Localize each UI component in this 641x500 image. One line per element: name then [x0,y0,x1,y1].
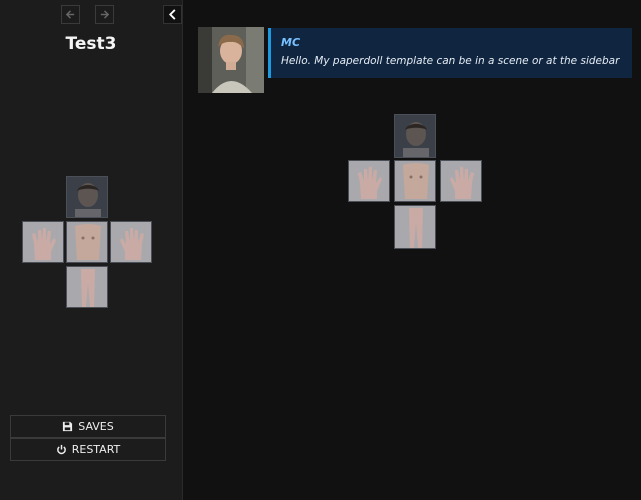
paperdoll-head-slot[interactable] [66,176,108,218]
paperdoll-legs-slot[interactable] [66,266,108,308]
dialogue-block: MC Hello. My paperdoll template can be i… [198,27,632,93]
saves-label: SAVES [78,420,114,433]
restart-button[interactable]: RESTART [10,438,166,461]
saves-button[interactable]: SAVES [10,415,166,438]
message-box: MC Hello. My paperdoll template can be i… [268,28,632,78]
paperdoll-left-hand-slot[interactable] [22,221,64,263]
sidebar-toggle-button[interactable] [163,5,182,24]
sidebar-paperdoll [22,176,154,308]
paperdoll-legs-slot[interactable] [394,205,436,249]
speaker-name: MC [281,36,301,49]
message-text: Hello. My paperdoll template can be in a… [281,55,620,67]
story-title: Test3 [65,34,117,54]
paperdoll-right-hand-slot[interactable] [110,221,152,263]
scene-paperdoll [348,114,482,249]
paperdoll-torso-slot[interactable] [394,160,436,202]
paperdoll-left-hand-slot[interactable] [348,160,390,202]
character-avatar [198,27,264,93]
power-icon [56,444,66,455]
paperdoll-right-hand-slot[interactable] [440,160,482,202]
floppy-disk-icon [63,421,73,432]
paperdoll-head-slot[interactable] [394,114,436,158]
history-back-button[interactable] [61,5,80,24]
arrow-left-icon [65,10,75,19]
history-forward-button[interactable] [95,5,114,24]
chevron-left-icon [168,9,175,20]
sidebar: Test3 SAVES RESTART [0,0,183,500]
paperdoll-torso-slot[interactable] [66,221,108,263]
restart-label: RESTART [71,443,121,456]
arrow-right-icon [100,10,110,19]
